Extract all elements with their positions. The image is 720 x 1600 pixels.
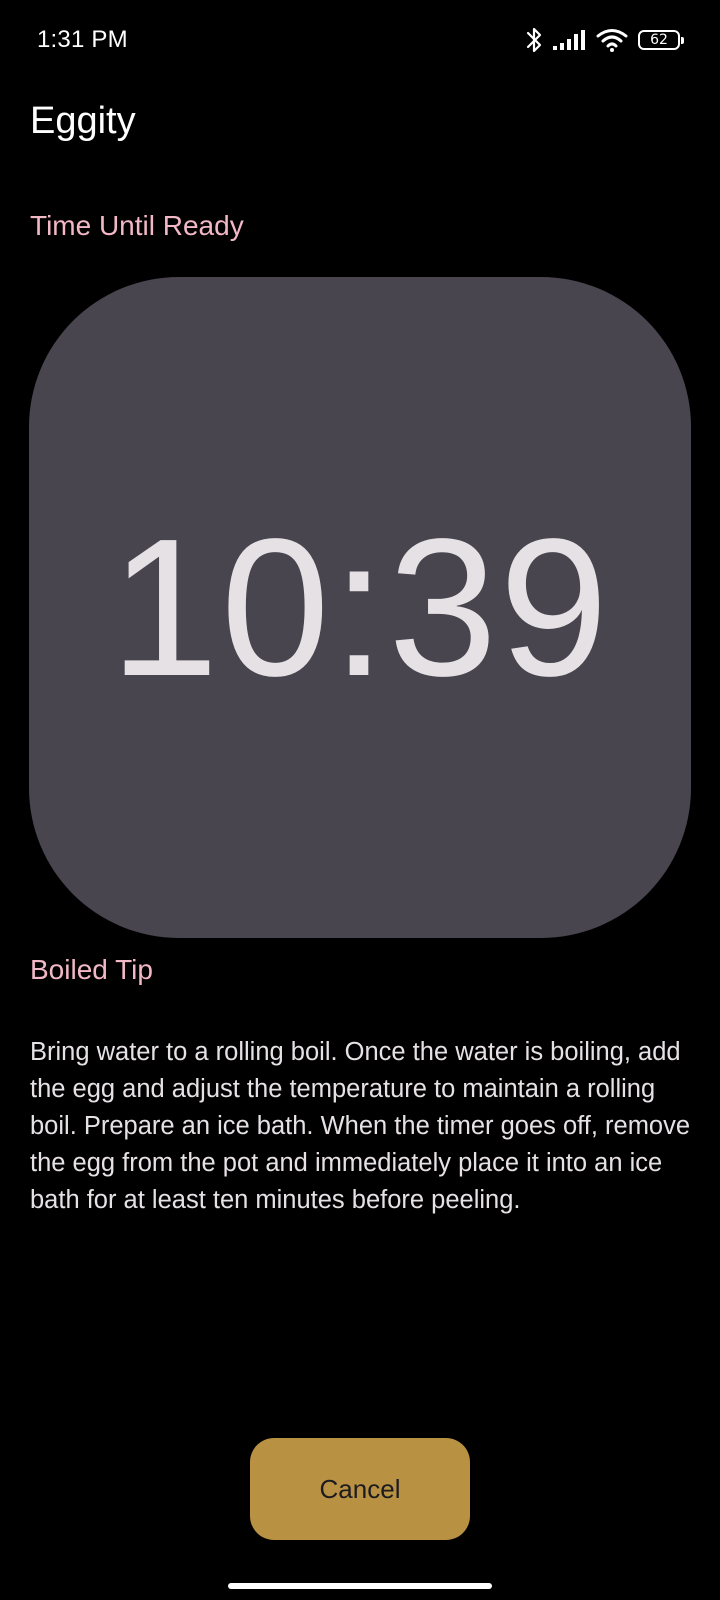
cancel-button[interactable]: Cancel xyxy=(250,1438,470,1540)
tip-text: Bring water to a rolling boil. Once the … xyxy=(30,1038,691,1214)
battery-level: 62 xyxy=(650,32,668,48)
tip-label: Boiled Tip xyxy=(30,954,153,985)
battery-tip xyxy=(681,37,684,44)
timer-label: Time Until Ready xyxy=(30,210,244,241)
home-indicator[interactable] xyxy=(228,1583,492,1589)
status-icons: 62 xyxy=(526,24,684,56)
battery-icon: 62 xyxy=(638,30,684,50)
signal-icon xyxy=(552,29,586,51)
status-bar: 1:31 PM 62 xyxy=(0,0,720,84)
timer-value: 10:39 xyxy=(109,497,611,717)
bluetooth-icon xyxy=(526,26,542,54)
wifi-icon xyxy=(596,28,628,52)
timer-card: 10:39 xyxy=(29,277,691,938)
app-title: Eggity xyxy=(30,100,136,142)
status-time: 1:31 PM xyxy=(37,26,128,53)
